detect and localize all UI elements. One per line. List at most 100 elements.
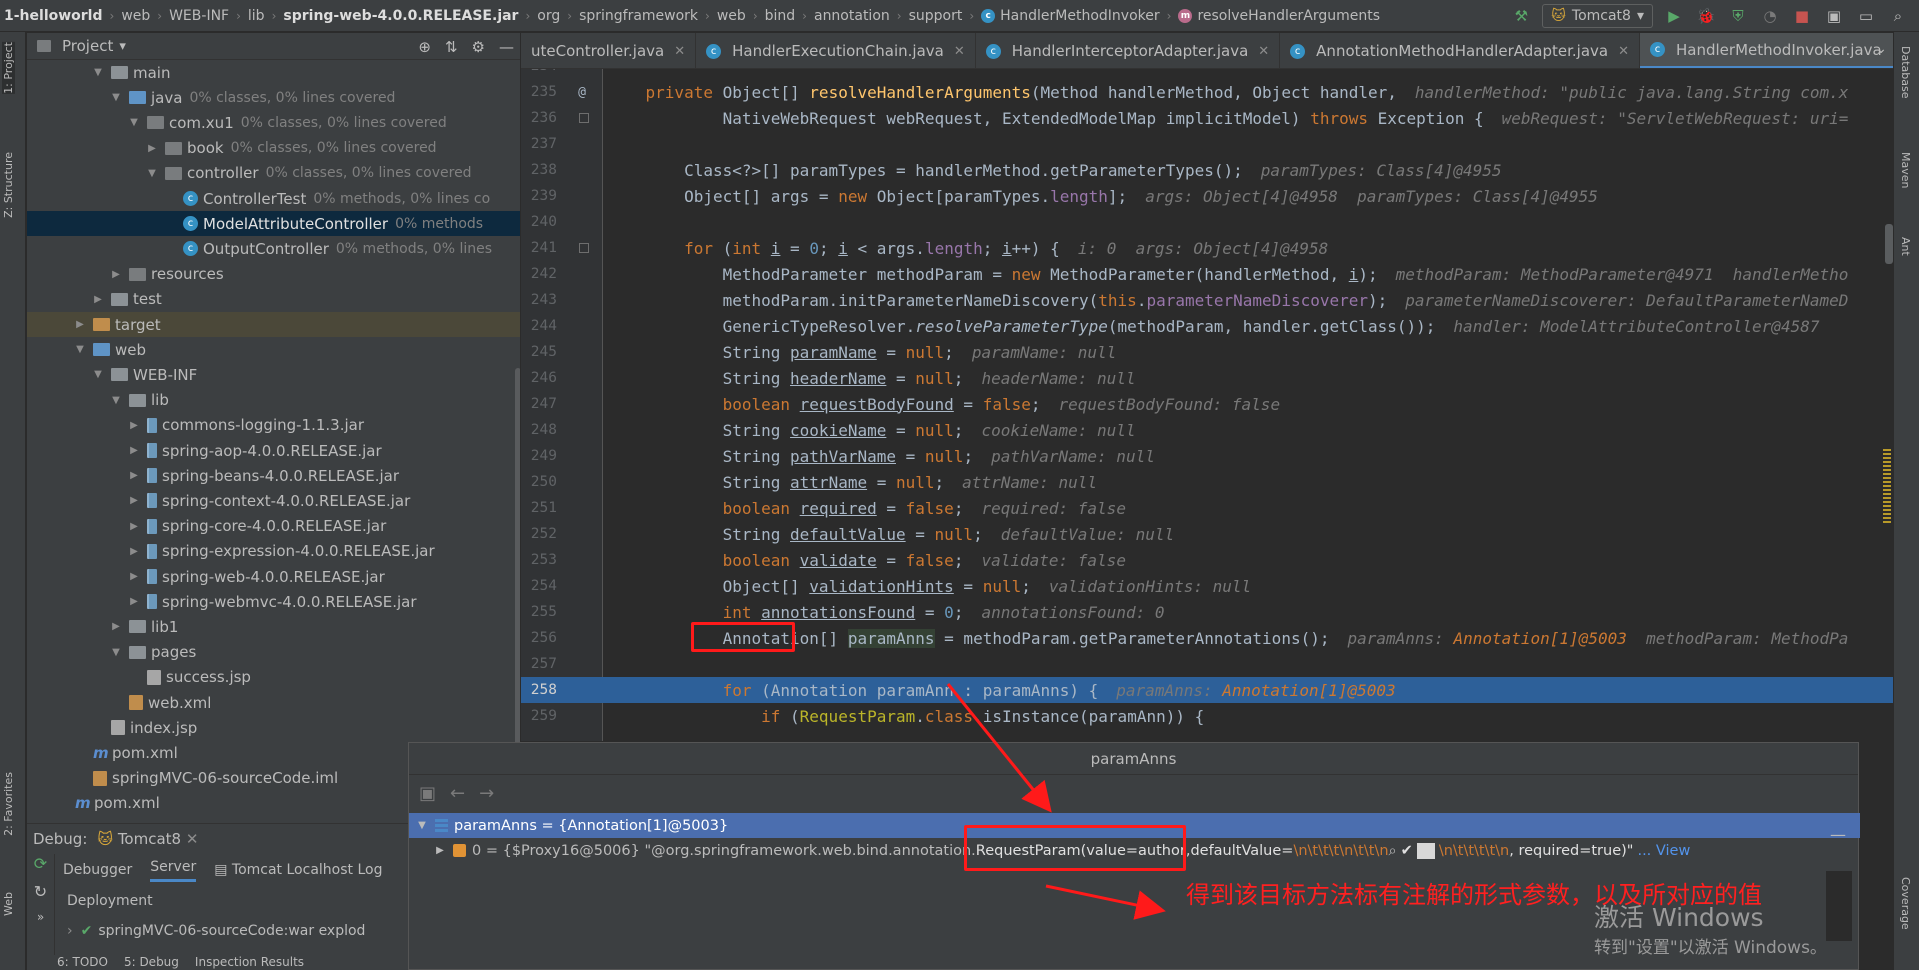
crumb-web[interactable]: web bbox=[117, 8, 154, 24]
tree-item[interactable]: web.xml bbox=[27, 690, 520, 715]
crumb-org[interactable]: org bbox=[533, 8, 564, 24]
tree-item[interactable]: ▶ test bbox=[27, 287, 520, 312]
minimize-icon[interactable]: — bbox=[499, 38, 514, 56]
expanded-arrow-icon[interactable]: ▼ bbox=[73, 344, 87, 355]
tree-item[interactable]: ▶ resources bbox=[27, 262, 520, 287]
crumb-lib[interactable]: lib bbox=[244, 8, 269, 24]
tree-item[interactable]: ▶ spring-aop-4.0.0.RELEASE.jar bbox=[27, 438, 520, 463]
tree-item[interactable]: ▶ spring-context-4.0.0.RELEASE.jar bbox=[27, 488, 520, 513]
close-icon[interactable]: ✕ bbox=[674, 44, 685, 59]
collapsed-arrow-icon[interactable]: ▶ bbox=[127, 571, 141, 582]
crumb-project[interactable]: 1-helloworld bbox=[0, 8, 107, 24]
collapsed-arrow-icon[interactable]: ▶ bbox=[145, 143, 159, 154]
crumb-bind[interactable]: bind bbox=[761, 8, 800, 24]
crumb-class[interactable]: c HandlerMethodInvoker bbox=[977, 8, 1163, 24]
expanded-arrow-icon[interactable]: ▼ bbox=[109, 647, 123, 658]
close-icon[interactable]: ✕ bbox=[954, 44, 965, 59]
tool-tab-favorites[interactable]: 2: Favorites bbox=[2, 772, 15, 836]
tool-tab-database[interactable]: Database bbox=[1899, 46, 1912, 99]
close-icon[interactable]: ✕ bbox=[1892, 42, 1893, 57]
override-marker-icon[interactable]: @ bbox=[561, 85, 603, 100]
build-hammer-icon[interactable]: ⚒ bbox=[1510, 5, 1532, 27]
tab-attribute-controller[interactable]: uteController.java ✕ bbox=[521, 33, 697, 68]
profile-icon[interactable]: ◔ bbox=[1759, 5, 1781, 27]
locate-target-icon[interactable]: ⊕ bbox=[418, 38, 431, 56]
tree-item[interactable]: ▼ lib bbox=[27, 388, 520, 413]
collapsed-arrow-icon[interactable]: ▶ bbox=[127, 596, 141, 607]
tree-scrollbar[interactable] bbox=[515, 368, 520, 788]
tab-handler-method-invoker[interactable]: cHandlerMethodInvoker.java✕ bbox=[1640, 33, 1893, 68]
tree-item[interactable]: ▶ spring-beans-4.0.0.RELEASE.jar bbox=[27, 463, 520, 488]
expanded-arrow-icon[interactable]: ▼ bbox=[127, 117, 141, 128]
tab-annotation-method-handler-adapter[interactable]: c AnnotationMethodHandlerAdapter.java ✕ bbox=[1280, 33, 1640, 68]
tool-tab-inspection[interactable]: Inspection Results bbox=[195, 955, 304, 970]
tool-tab-todo[interactable]: 6: TODO bbox=[57, 955, 108, 970]
tree-item[interactable]: ▼ java 0% classes, 0% lines covered bbox=[27, 85, 520, 110]
close-icon[interactable]: ✕ bbox=[1258, 44, 1269, 59]
tree-item[interactable]: ▶ spring-web-4.0.0.RELEASE.jar bbox=[27, 564, 520, 589]
collapsed-arrow-icon[interactable]: ▶ bbox=[109, 269, 123, 280]
tree-item[interactable]: ▶ book 0% classes, 0% lines covered bbox=[27, 136, 520, 161]
expanded-arrow-icon[interactable]: ▼ bbox=[109, 395, 123, 406]
tree-item[interactable]: ▼ WEB-INF bbox=[27, 362, 520, 387]
coverage-icon[interactable]: ⛨ bbox=[1727, 5, 1749, 27]
tool-tab-structure[interactable]: Z: Structure bbox=[2, 152, 15, 218]
tab-handler-execution-chain[interactable]: c HandlerExecutionChain.java ✕ bbox=[696, 33, 976, 68]
tool-tab-debug[interactable]: 5: Debug bbox=[124, 955, 179, 970]
collapsed-arrow-icon[interactable]: ▶ bbox=[127, 546, 141, 557]
crumb-method[interactable]: m resolveHandlerArguments bbox=[1174, 8, 1384, 24]
collapsed-arrow-icon[interactable]: ▶ bbox=[127, 420, 141, 431]
tree-item[interactable]: ▶ spring-core-4.0.0.RELEASE.jar bbox=[27, 514, 520, 539]
tree-item[interactable]: c OutputController 0% methods, 0% lines bbox=[27, 236, 520, 261]
tool-tab-web[interactable]: Web bbox=[2, 892, 15, 916]
back-icon[interactable]: ← bbox=[450, 783, 465, 804]
pin-icon[interactable]: ▣ bbox=[419, 783, 436, 804]
forward-icon[interactable]: → bbox=[479, 783, 494, 804]
tree-item[interactable]: ▶ target bbox=[27, 312, 520, 337]
collapsed-arrow-icon[interactable]: ▶ bbox=[73, 319, 87, 330]
minimize-icon[interactable]: — bbox=[1830, 825, 1846, 844]
expanded-arrow-icon[interactable]: ▼ bbox=[145, 168, 159, 179]
chevron-down-icon[interactable]: ▾ bbox=[119, 39, 126, 54]
crumb-web-inf[interactable]: WEB-INF bbox=[165, 8, 233, 24]
project-structure-icon[interactable]: ▣ bbox=[1823, 5, 1845, 27]
tool-tab-ant[interactable]: Ant bbox=[1899, 237, 1912, 256]
crumb-springframework[interactable]: springframework bbox=[575, 8, 702, 24]
tree-item[interactable]: ▶ commons-logging-1.1.3.jar bbox=[27, 413, 520, 438]
tab-tomcat-localhost-log[interactable]: ▤ Tomcat Localhost Log bbox=[214, 862, 382, 878]
tree-item[interactable]: success.jsp bbox=[27, 665, 520, 690]
tree-item[interactable]: ▼ web bbox=[27, 337, 520, 362]
resume-icon[interactable]: ⟳ bbox=[27, 854, 54, 882]
tab-server[interactable]: Server bbox=[150, 859, 197, 882]
rerun-icon[interactable]: ↻ bbox=[27, 882, 54, 910]
chevron-down-icon[interactable]: ⌄ bbox=[1875, 41, 1887, 57]
view-link[interactable]: ... View bbox=[1637, 843, 1690, 859]
collapsed-arrow-icon[interactable]: ▶ bbox=[91, 294, 105, 305]
popup-scrollbar[interactable] bbox=[1826, 871, 1852, 941]
expand-more-icon[interactable]: » bbox=[27, 910, 54, 938]
tool-tab-project[interactable]: 1: Project bbox=[2, 42, 15, 94]
chevron-right-icon[interactable]: › bbox=[67, 923, 73, 939]
editor-scrollbar[interactable] bbox=[1885, 224, 1893, 264]
tree-item[interactable]: index.jsp bbox=[27, 715, 520, 740]
debug-bug-icon[interactable]: 🐞 bbox=[1695, 5, 1717, 27]
deployment-item[interactable]: › ✔ springMVC-06-sourceCode:war explod bbox=[57, 916, 407, 946]
collapsed-arrow-icon[interactable]: ▶ bbox=[433, 845, 447, 856]
project-title[interactable]: Project bbox=[62, 37, 113, 55]
run-icon[interactable]: ▶ bbox=[1663, 5, 1685, 27]
tool-tab-coverage[interactable]: Coverage bbox=[1899, 877, 1912, 930]
tool-tab-maven[interactable]: Maven bbox=[1899, 152, 1912, 188]
stop-icon[interactable]: ■ bbox=[1791, 5, 1813, 27]
collapsed-arrow-icon[interactable]: ▶ bbox=[127, 470, 141, 481]
expanded-arrow-icon[interactable]: ▼ bbox=[91, 369, 105, 380]
crumb-annotation[interactable]: annotation bbox=[810, 8, 894, 24]
tab-handler-interceptor-adapter[interactable]: c HandlerInterceptorAdapter.java ✕ bbox=[976, 33, 1281, 68]
tree-item[interactable]: ▶ spring-webmvc-4.0.0.RELEASE.jar bbox=[27, 589, 520, 614]
close-icon[interactable]: ✕ bbox=[1618, 44, 1629, 59]
tab-debugger[interactable]: Debugger bbox=[63, 862, 132, 878]
crumb-support[interactable]: support bbox=[905, 8, 967, 24]
crumb-jar[interactable]: spring-web-4.0.0.RELEASE.jar bbox=[279, 8, 522, 24]
tree-item[interactable]: ▶ lib1 bbox=[27, 614, 520, 639]
debug-session-tab[interactable]: 🐱 Tomcat8 ✕ bbox=[97, 830, 198, 848]
collapsed-arrow-icon[interactable]: ▶ bbox=[127, 495, 141, 506]
